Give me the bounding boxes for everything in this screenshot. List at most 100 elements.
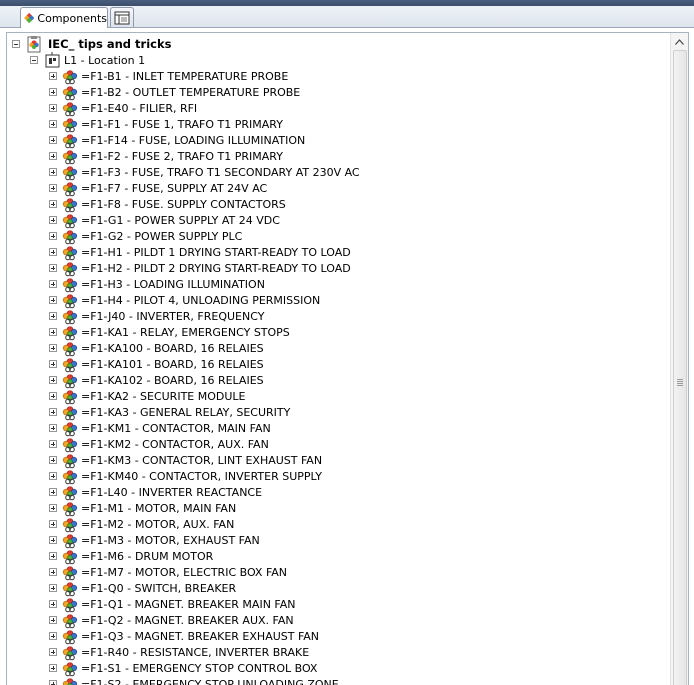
tree-item[interactable]: =F1-H1 - PILDT 1 DRYING START-READY TO L… <box>49 244 351 260</box>
tree-item[interactable]: =F1-F8 - FUSE. SUPPLY CONTACTORS <box>49 196 286 212</box>
expand-icon[interactable] <box>49 488 57 496</box>
expand-icon[interactable] <box>49 184 57 192</box>
expand-icon[interactable] <box>49 248 57 256</box>
expand-icon[interactable] <box>49 264 57 272</box>
expand-icon[interactable] <box>49 152 57 160</box>
expand-icon[interactable] <box>49 440 57 448</box>
tree-item-label: =F1-KA3 - GENERAL RELAY, SECURITY <box>81 406 290 419</box>
tree-item[interactable]: =F1-F7 - FUSE, SUPPLY AT 24V AC <box>49 180 267 196</box>
tree-item[interactable]: =F1-KA3 - GENERAL RELAY, SECURITY <box>49 404 290 420</box>
expand-icon[interactable] <box>49 296 57 304</box>
expand-icon[interactable] <box>49 120 57 128</box>
expand-icon[interactable] <box>49 376 57 384</box>
expand-icon[interactable] <box>49 616 57 624</box>
expand-icon[interactable] <box>49 360 57 368</box>
component-icon <box>61 196 79 213</box>
expand-icon[interactable] <box>49 680 57 685</box>
tree-item[interactable]: =F1-H4 - PILOT 4, UNLOADING PERMISSION <box>49 292 320 308</box>
expand-icon[interactable] <box>49 568 57 576</box>
component-icon <box>61 116 79 133</box>
expand-icon[interactable] <box>49 328 57 336</box>
expand-icon[interactable] <box>49 536 57 544</box>
tree-item[interactable]: =F1-F2 - FUSE 2, TRAFO T1 PRIMARY <box>49 148 283 164</box>
tree-item[interactable]: =F1-KM1 - CONTACTOR, MAIN FAN <box>49 420 271 436</box>
expand-icon[interactable] <box>49 520 57 528</box>
tab-layout[interactable] <box>110 7 134 27</box>
tree-item[interactable]: =F1-KA1 - RELAY, EMERGENCY STOPS <box>49 324 290 340</box>
expand-icon[interactable] <box>49 472 57 480</box>
tree-item-label: =F1-E40 - FILIER, RFI <box>81 102 197 115</box>
expand-icon[interactable] <box>49 72 57 80</box>
tree-item[interactable]: =F1-Q0 - SWITCH, BREAKER <box>49 580 236 596</box>
expand-icon[interactable] <box>49 104 57 112</box>
expand-icon[interactable] <box>49 88 57 96</box>
tree-item-label: =F1-KM1 - CONTACTOR, MAIN FAN <box>81 422 271 435</box>
expand-icon[interactable] <box>49 168 57 176</box>
tree-item[interactable]: =F1-R40 - RESISTANCE, INVERTER BRAKE <box>49 644 309 660</box>
expand-icon[interactable] <box>49 312 57 320</box>
tree-item[interactable]: =F1-F3 - FUSE, TRAFO T1 SECONDARY AT 230… <box>49 164 360 180</box>
tree-item[interactable]: =F1-G2 - POWER SUPPLY PLC <box>49 228 242 244</box>
tree-item[interactable]: =F1-Q2 - MAGNET. BREAKER AUX. FAN <box>49 612 294 628</box>
tree-item[interactable]: =F1-KA102 - BOARD, 16 RELAIES <box>49 372 264 388</box>
expand-icon[interactable] <box>49 600 57 608</box>
project-icon <box>26 36 44 53</box>
tree-item[interactable]: =F1-F1 - FUSE 1, TRAFO T1 PRIMARY <box>49 116 283 132</box>
tree-item[interactable]: =F1-M2 - MOTOR, AUX. FAN <box>49 516 234 532</box>
component-icon <box>61 484 79 501</box>
scroll-up-arrow-icon[interactable] <box>671 33 688 50</box>
expand-icon[interactable] <box>49 136 57 144</box>
document-layout-icon <box>114 11 130 25</box>
tree-location-node[interactable]: L1 - Location 1 <box>30 52 145 68</box>
collapse-icon[interactable] <box>12 40 20 48</box>
expand-icon[interactable] <box>49 632 57 640</box>
expand-icon[interactable] <box>49 232 57 240</box>
tree-item[interactable]: =F1-F14 - FUSE, LOADING ILLUMINATION <box>49 132 305 148</box>
tab-components-label: Components <box>37 12 107 25</box>
expand-icon[interactable] <box>49 584 57 592</box>
tree-item[interactable]: =F1-M7 - MOTOR, ELECTRIC BOX FAN <box>49 564 287 580</box>
expand-icon[interactable] <box>49 456 57 464</box>
expand-icon[interactable] <box>49 648 57 656</box>
tab-components[interactable]: Components <box>20 7 108 28</box>
component-icon <box>61 628 79 645</box>
expand-icon[interactable] <box>49 392 57 400</box>
expand-icon[interactable] <box>49 424 57 432</box>
tree-root-node[interactable]: IEC_ tips and tricks <box>12 36 171 52</box>
tree-item[interactable]: =F1-Q1 - MAGNET. BREAKER MAIN FAN <box>49 596 296 612</box>
tree-item[interactable]: =F1-J40 - INVERTER, FREQUENCY <box>49 308 264 324</box>
tree-item[interactable]: =F1-KA2 - SECURITE MODULE <box>49 388 245 404</box>
tree-item[interactable]: =F1-KM40 - CONTACTOR, INVERTER SUPPLY <box>49 468 322 484</box>
tree-item[interactable]: =F1-B1 - INLET TEMPERATURE PROBE <box>49 68 288 84</box>
tree-item[interactable]: =F1-H3 - LOADING ILLUMINATION <box>49 276 265 292</box>
tree-item[interactable]: =F1-KM2 - CONTACTOR, AUX. FAN <box>49 436 269 452</box>
tree-item-label: =F1-F2 - FUSE 2, TRAFO T1 PRIMARY <box>81 150 283 163</box>
tree-item[interactable]: =F1-H2 - PILDT 2 DRYING START-READY TO L… <box>49 260 351 276</box>
tree-item[interactable]: =F1-S1 - EMERGENCY STOP CONTROL BOX <box>49 660 317 676</box>
component-icon <box>61 164 79 181</box>
expand-icon[interactable] <box>49 552 57 560</box>
tree-item[interactable]: =F1-KM3 - CONTACTOR, LINT EXHAUST FAN <box>49 452 322 468</box>
tree-item[interactable]: =F1-M6 - DRUM MOTOR <box>49 548 213 564</box>
tree-item[interactable]: =F1-E40 - FILIER, RFI <box>49 100 197 116</box>
tree-item[interactable]: =F1-KA100 - BOARD, 16 RELAIES <box>49 340 264 356</box>
tree-item[interactable]: =F1-G1 - POWER SUPPLY AT 24 VDC <box>49 212 280 228</box>
tree-item[interactable]: =F1-Q3 - MAGNET. BREAKER EXHAUST FAN <box>49 628 319 644</box>
expand-icon[interactable] <box>49 280 57 288</box>
tree-item[interactable]: =F1-B2 - OUTLET TEMPERATURE PROBE <box>49 84 300 100</box>
expand-icon[interactable] <box>49 200 57 208</box>
tree-item[interactable]: =F1-KA101 - BOARD, 16 RELAIES <box>49 356 264 372</box>
expand-icon[interactable] <box>49 664 57 672</box>
expand-icon[interactable] <box>49 504 57 512</box>
expand-icon[interactable] <box>49 216 57 224</box>
expand-icon[interactable] <box>49 408 57 416</box>
expand-icon[interactable] <box>49 344 57 352</box>
collapse-icon[interactable] <box>30 56 38 64</box>
component-icon <box>61 276 79 293</box>
tree-item[interactable]: =F1-L40 - INVERTER REACTANCE <box>49 484 262 500</box>
component-tree[interactable]: IEC_ tips and tricks L1 - Location 1 =F1… <box>6 32 689 685</box>
tree-item[interactable]: =F1-M3 - MOTOR, EXHAUST FAN <box>49 532 260 548</box>
vertical-scrollbar[interactable] <box>670 33 688 685</box>
tree-item[interactable]: =F1-M1 - MOTOR, MAIN FAN <box>49 500 236 516</box>
scroll-thumb[interactable] <box>673 50 687 685</box>
